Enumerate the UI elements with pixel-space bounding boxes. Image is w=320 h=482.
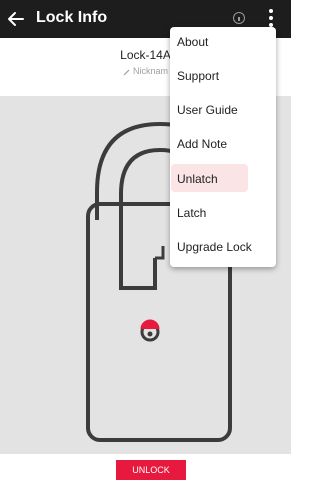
back-arrow-icon[interactable]	[5, 8, 27, 30]
pencil-icon	[123, 69, 130, 76]
menu-item-latch[interactable]: Latch	[170, 198, 276, 228]
info-icon[interactable]	[233, 12, 245, 24]
menu-item-label: Latch	[177, 206, 207, 220]
menu-item-user-guide[interactable]: User Guide	[170, 95, 276, 125]
menu-item-label: Upgrade Lock	[177, 240, 252, 254]
nickname-placeholder: Nicknam	[132, 66, 168, 76]
menu-item-label: Add Note	[177, 137, 228, 151]
menu-item-label: About	[177, 35, 209, 49]
menu-item-support[interactable]: Support	[170, 61, 276, 91]
page-title: Lock Info	[36, 9, 108, 26]
more-vertical-icon[interactable]	[264, 9, 278, 29]
unlock-button[interactable]: UNLOCK	[116, 460, 186, 480]
menu-item-label: Support	[177, 69, 220, 83]
overflow-menu: About Support User Guide Add Note Unlatc…	[170, 27, 276, 267]
menu-item-add-note[interactable]: Add Note	[170, 129, 276, 159]
menu-item-about[interactable]: About	[170, 27, 276, 57]
menu-item-unlatch[interactable]: Unlatch	[170, 164, 276, 194]
menu-item-label: Unlatch	[177, 172, 218, 186]
menu-item-label: User Guide	[177, 103, 238, 117]
menu-item-upgrade-lock[interactable]: Upgrade Lock	[170, 232, 276, 262]
